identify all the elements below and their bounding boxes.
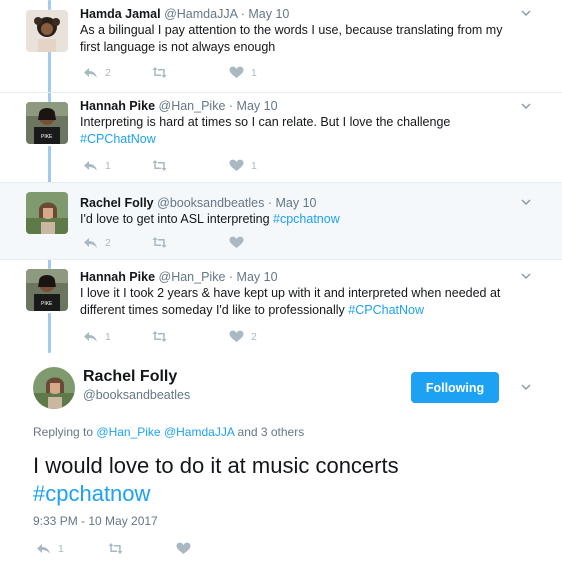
tweet-item[interactable]: PIKE Hannah Pike @Han_Pike · May 10 I lo… [0, 260, 562, 353]
avatar[interactable]: PIKE [26, 269, 68, 311]
tweet-header: Hannah Pike @Han_Pike · May 10 [80, 269, 278, 285]
reply-button[interactable]: 2 [83, 66, 111, 79]
tweet-text: I love it I took 2 years & have kept up … [80, 285, 525, 319]
avatar[interactable] [26, 192, 68, 234]
tweet-body: I'd love to get into ASL interpreting [80, 212, 270, 226]
heart-icon [229, 330, 244, 342]
mention-link[interactable]: @HamdaJJA [164, 425, 234, 439]
tweet-header: Rachel Folly @booksandbeatles · May 10 [80, 195, 316, 211]
reply-icon [84, 332, 97, 342]
separator: · [267, 196, 272, 210]
author-handle[interactable]: @HamdaJJA [164, 7, 237, 21]
main-tweet-body: I would love to do it at music concerts [33, 453, 399, 478]
retweet-button[interactable] [152, 330, 174, 343]
tweet-body: Interpreting is hard at times so I can r… [80, 115, 451, 129]
like-button[interactable] [176, 542, 198, 555]
like-count: 2 [251, 330, 257, 343]
retweet-button[interactable] [108, 542, 130, 555]
like-button[interactable] [229, 236, 251, 249]
avatar[interactable] [33, 367, 75, 409]
chevron-down-icon[interactable] [520, 7, 532, 19]
replying-prefix: Replying to [33, 425, 94, 439]
like-count: 1 [251, 66, 257, 79]
author-name[interactable]: Hannah Pike [80, 99, 155, 113]
like-button[interactable]: 2 [229, 330, 257, 343]
like-button[interactable]: 1 [229, 66, 257, 79]
heart-icon [229, 236, 244, 248]
retweet-icon [152, 237, 167, 248]
reply-count: 1 [105, 330, 111, 343]
chevron-down-icon[interactable] [520, 381, 532, 393]
retweet-icon [152, 160, 167, 171]
tweet-date[interactable]: May 10 [248, 7, 289, 21]
like-button[interactable]: 1 [229, 159, 257, 172]
main-author-name[interactable]: Rachel Folly [83, 368, 177, 386]
like-count: 1 [251, 159, 257, 172]
heart-icon [176, 542, 191, 554]
tweet-item[interactable]: PIKE Hannah Pike @Han_Pike · May 10 Inte… [0, 93, 562, 182]
tweet-date[interactable]: May 10 [237, 99, 278, 113]
heart-icon [229, 159, 244, 171]
hashtag-link[interactable]: #CPChatNow [80, 132, 156, 146]
separator: · [228, 270, 234, 284]
reply-button[interactable]: 1 [36, 542, 64, 555]
hashtag-link[interactable]: #cpchatnow [33, 481, 150, 506]
reply-icon [37, 544, 50, 554]
separator: · [240, 7, 245, 21]
tweet-item[interactable]: Rachel Folly @booksandbeatles · May 10 I… [0, 183, 562, 259]
tweet-text: Interpreting is hard at times so I can r… [80, 114, 525, 148]
author-handle[interactable]: @Han_Pike [159, 270, 226, 284]
retweet-button[interactable] [152, 66, 174, 79]
author-name[interactable]: Hamda Jamal [80, 7, 161, 21]
reply-count: 2 [105, 66, 111, 79]
tweet-date[interactable]: May 10 [237, 270, 278, 284]
reply-count: 1 [105, 159, 111, 172]
tweet-text: As a bilingual I pay attention to the wo… [80, 22, 525, 56]
tweet-item[interactable]: Hamda Jamal @HamdaJJA · May 10 As a bili… [0, 0, 562, 92]
reply-icon [84, 68, 97, 78]
reply-button[interactable]: 1 [83, 159, 111, 172]
author-name[interactable]: Hannah Pike [80, 270, 155, 284]
retweet-button[interactable] [152, 159, 174, 172]
avatar[interactable]: PIKE [26, 102, 68, 144]
replying-suffix[interactable]: and 3 others [238, 425, 305, 439]
main-tweet-text: I would love to do it at music concerts … [33, 452, 533, 508]
chevron-down-icon[interactable] [520, 196, 532, 208]
author-handle[interactable]: @Han_Pike [159, 99, 226, 113]
tweet-header: Hamda Jamal @HamdaJJA · May 10 [80, 6, 289, 22]
tweet-timestamp[interactable]: 9:33 PM - 10 May 2017 [33, 514, 158, 528]
svg-text:PIKE: PIKE [41, 301, 53, 307]
reply-icon [84, 238, 97, 248]
retweet-icon [152, 331, 167, 342]
retweet-icon [108, 543, 123, 554]
mention-link[interactable]: @Han_Pike [96, 425, 160, 439]
tweet-body: As a bilingual I pay attention to the wo… [80, 23, 503, 54]
chevron-down-icon[interactable] [520, 270, 532, 282]
tweet-header: Hannah Pike @Han_Pike · May 10 [80, 98, 278, 114]
retweet-button[interactable] [152, 236, 174, 249]
hashtag-link[interactable]: #CPChatNow [348, 303, 424, 317]
avatar[interactable] [26, 10, 68, 52]
heart-icon [229, 66, 244, 78]
reply-count: 2 [105, 236, 111, 249]
hashtag-link[interactable]: #cpchatnow [273, 212, 340, 226]
tweet-body: I love it I took 2 years & have kept up … [80, 286, 501, 317]
reply-button[interactable]: 1 [83, 330, 111, 343]
reply-count: 1 [58, 542, 64, 555]
author-handle[interactable]: @booksandbeatles [157, 196, 264, 210]
replying-to: Replying to @Han_Pike @HamdaJJA and 3 ot… [33, 425, 304, 439]
reply-icon [84, 161, 97, 171]
main-author-handle[interactable]: @booksandbeatles [83, 388, 190, 402]
following-button[interactable]: Following [411, 372, 499, 403]
reply-button[interactable]: 2 [83, 236, 111, 249]
svg-text:PIKE: PIKE [41, 134, 53, 140]
separator: · [228, 99, 234, 113]
author-name[interactable]: Rachel Folly [80, 196, 154, 210]
retweet-icon [152, 67, 167, 78]
tweet-text: I'd love to get into ASL interpreting #c… [80, 211, 525, 228]
tweet-date[interactable]: May 10 [275, 196, 316, 210]
chevron-down-icon[interactable] [520, 100, 532, 112]
